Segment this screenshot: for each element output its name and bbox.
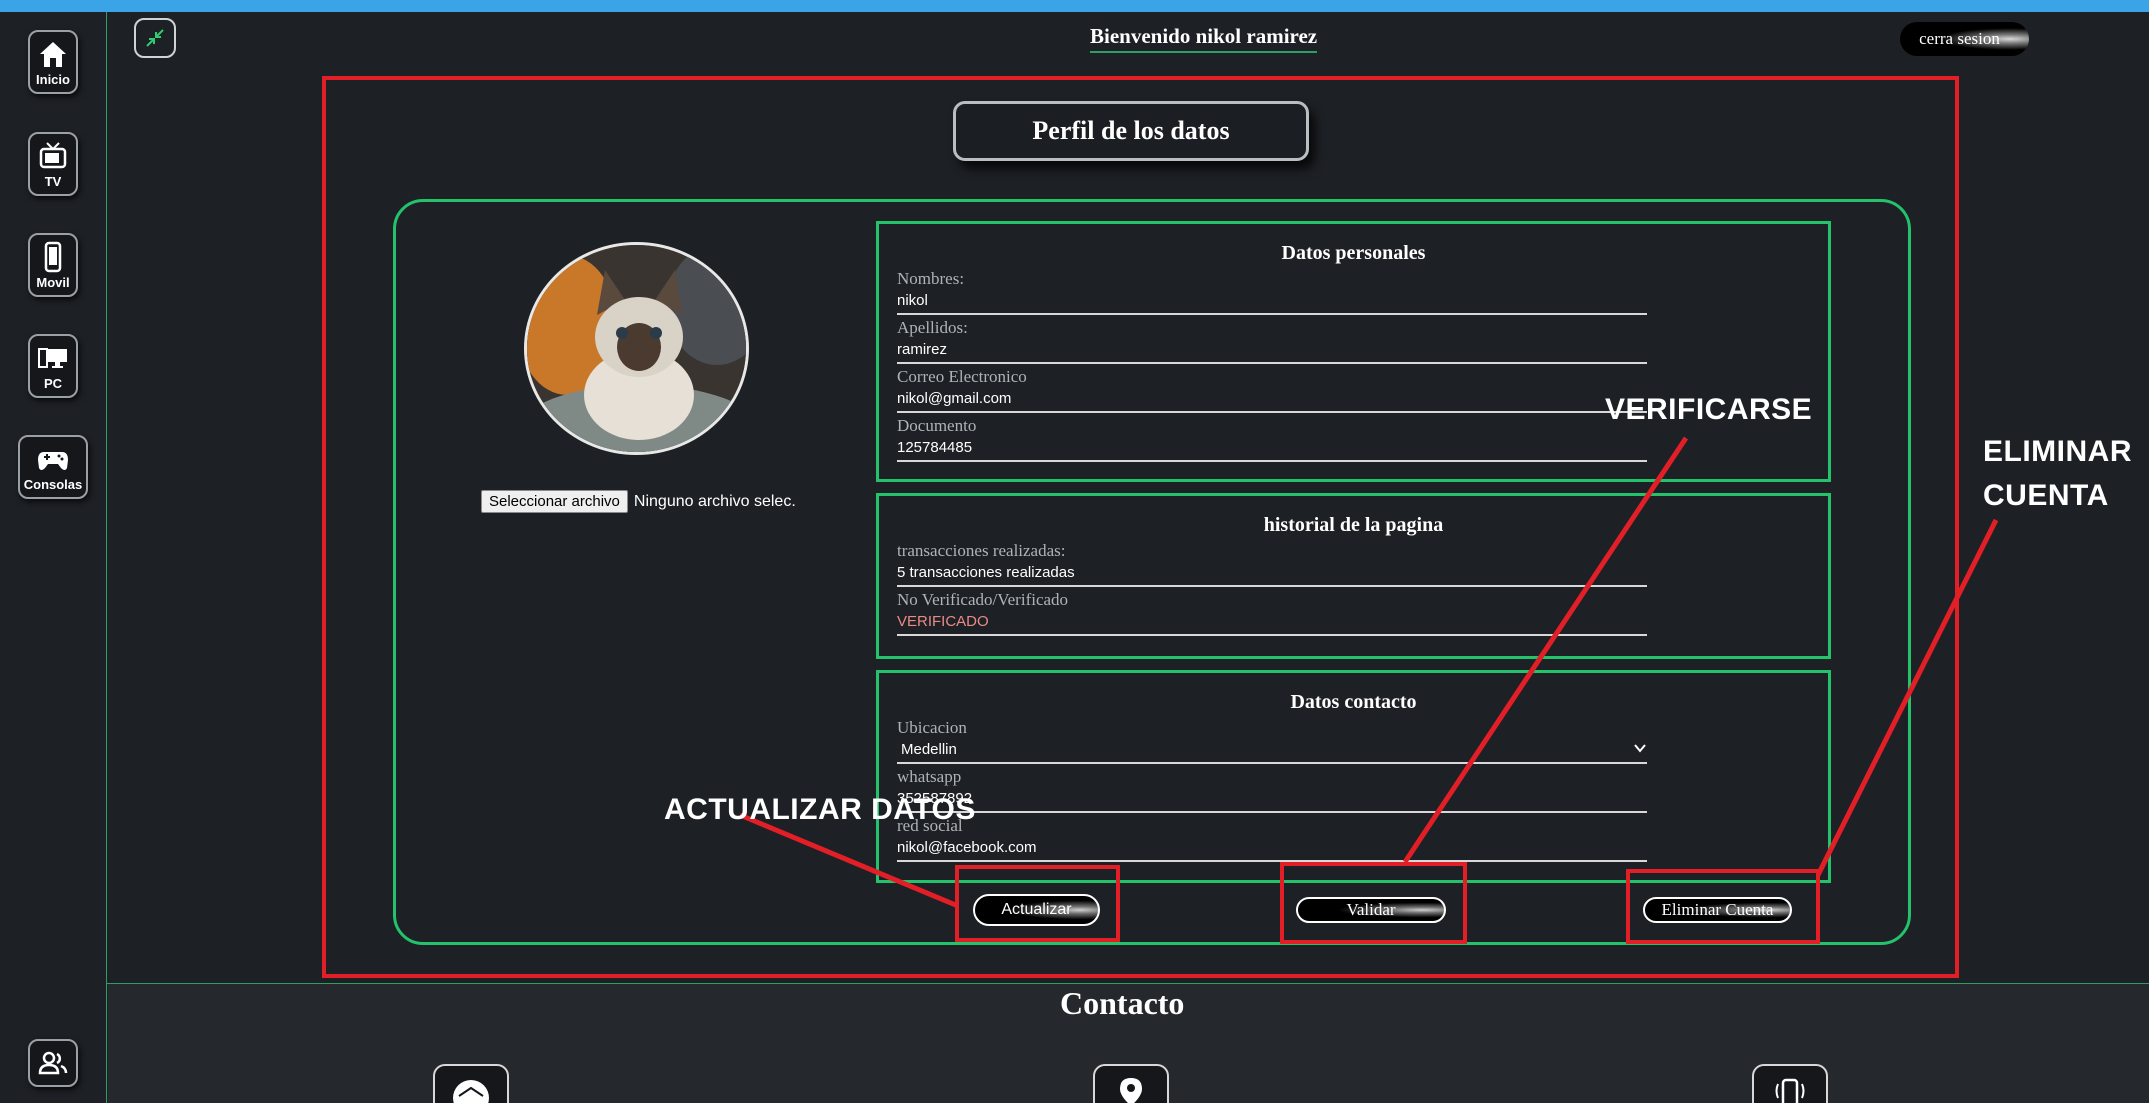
annotation-verify-label: VERIFICARSE [1605,393,1813,426]
phone-ring-icon [1775,1078,1805,1103]
location-pin-icon [1120,1078,1142,1103]
mail-icon [453,1080,489,1103]
footer-phone-button[interactable] [1752,1064,1828,1103]
footer-location-button[interactable] [1093,1064,1169,1103]
annotation-update-label: ACTUALIZAR DATOS [664,793,976,826]
footer-mail-button[interactable] [433,1064,509,1103]
annotation-delete-label-1: ELIMINAR [1983,435,2132,468]
footer-title: Contacto [1060,985,1185,1021]
annotation-lines [739,436,1999,909]
annotation-delete-label-2: CUENTA [1983,479,2109,512]
